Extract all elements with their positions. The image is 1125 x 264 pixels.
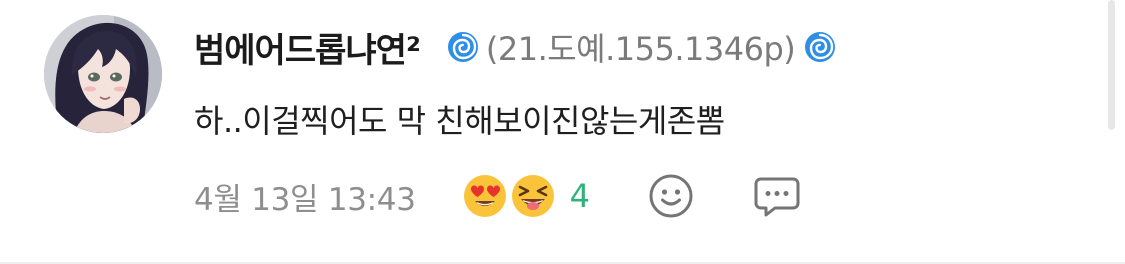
cyclone-icon xyxy=(805,32,836,62)
reply-button[interactable] xyxy=(752,171,802,221)
speech-bubble-icon xyxy=(754,177,800,217)
heart-eyes-emoji-icon[interactable] xyxy=(462,173,508,219)
comment-text: 하..이걸찍어도 막 친해보이진않는게존뽐 xyxy=(194,102,725,140)
anime-portrait-icon xyxy=(44,15,162,133)
squinting-tongue-emoji-icon[interactable] xyxy=(510,173,556,219)
comment-item: 범에어드롭냐연² (21.도예.155.1346p) 하..이걸찍어도 막 친해… xyxy=(0,0,1125,264)
add-reaction-button[interactable] xyxy=(646,171,696,221)
smiley-icon xyxy=(649,174,693,218)
reaction-count[interactable]: 4 xyxy=(570,177,590,215)
avatar[interactable] xyxy=(44,15,162,133)
author-nickname[interactable]: 범에어드롭냐연² xyxy=(194,23,421,72)
comment-timestamp: 4월 13일 13:43 xyxy=(194,181,416,218)
scrollbar-thumb[interactable] xyxy=(1108,0,1115,130)
cyclone-icon xyxy=(447,32,478,62)
comment-footer: 4월 13일 13:43 4 xyxy=(194,168,802,224)
comment-header: 범에어드롭냐연² (21.도예.155.1346p) xyxy=(194,22,837,72)
author-ip: (21.도예.155.1346p) xyxy=(485,30,796,68)
